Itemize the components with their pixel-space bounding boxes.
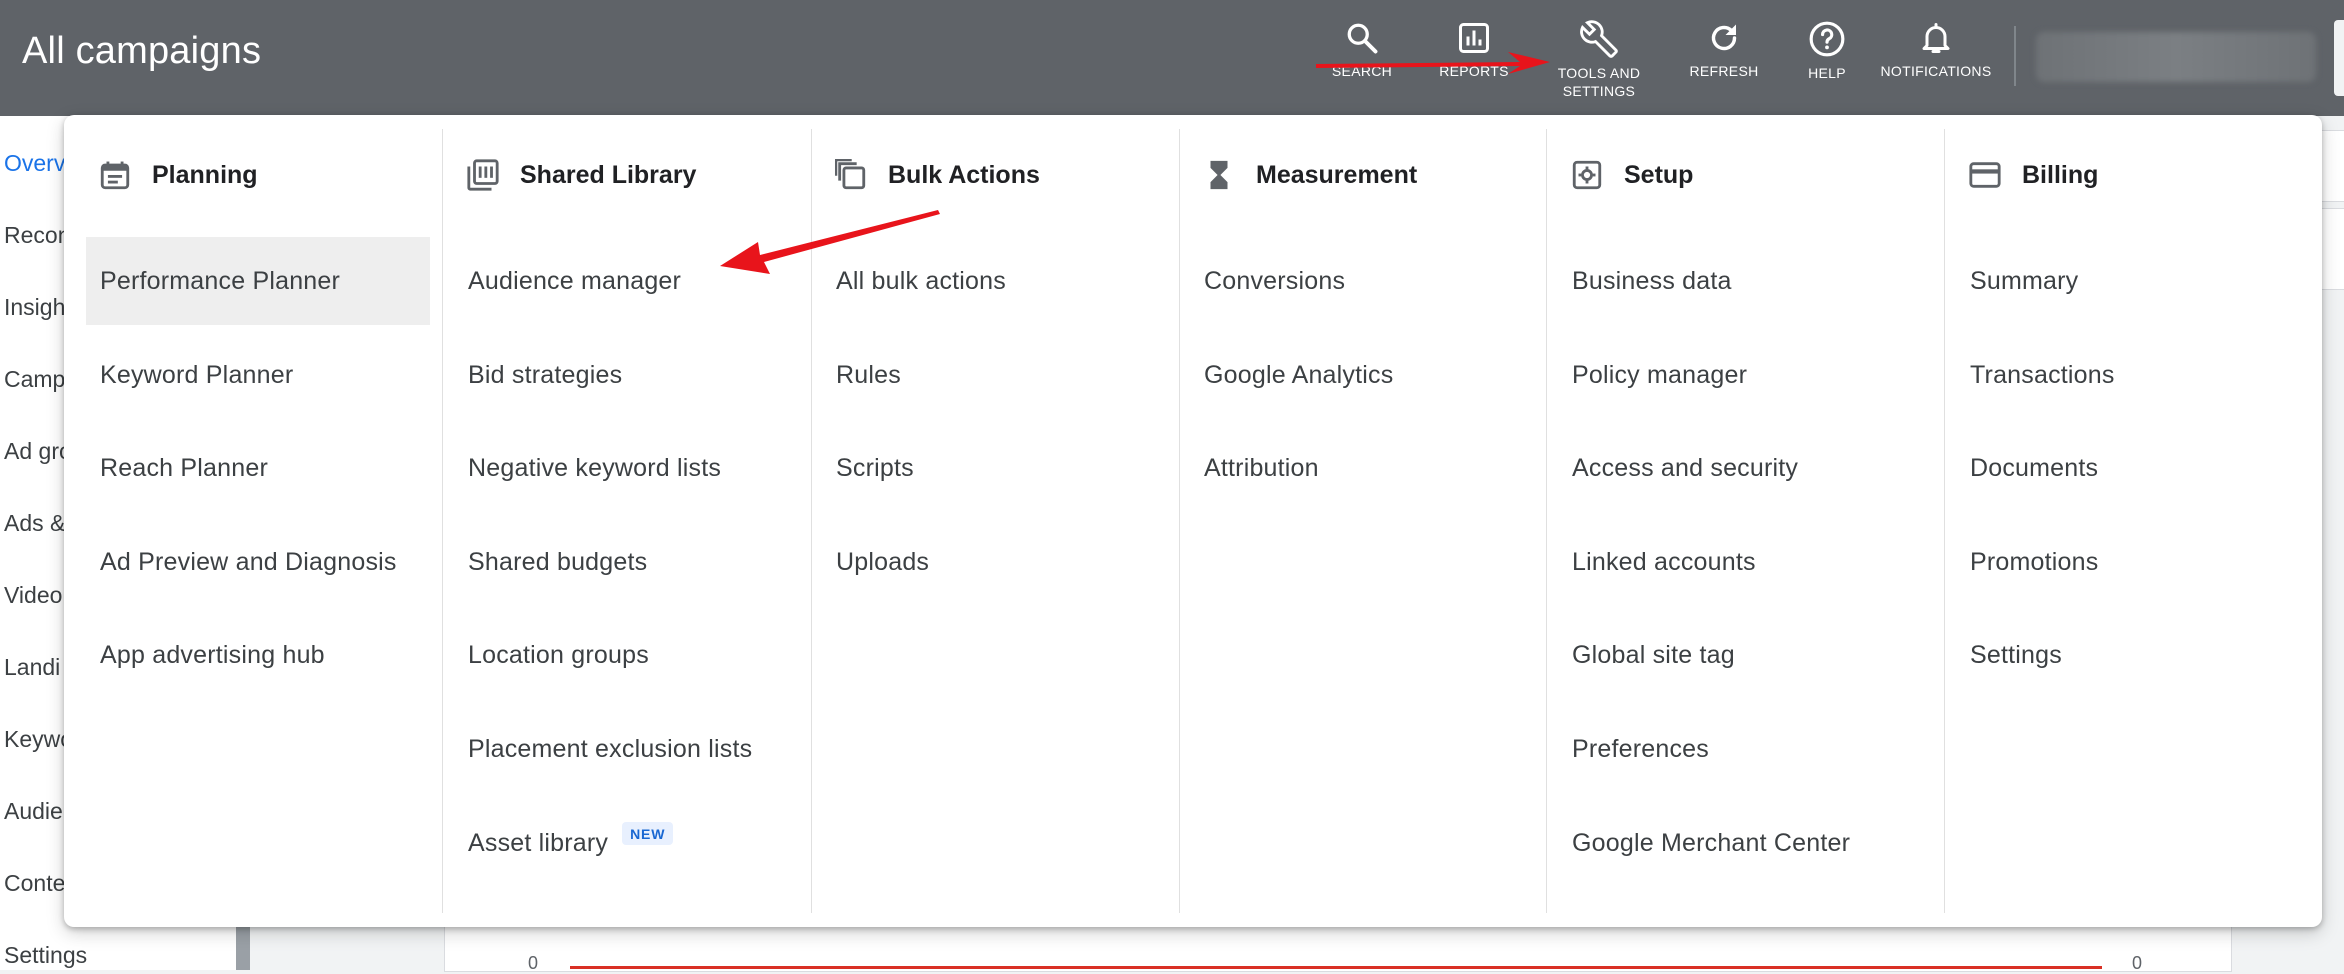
reports-button[interactable]: REPORTS: [1414, 20, 1534, 80]
nav-item-recommendations[interactable]: Recon: [4, 222, 70, 249]
menu-item-reach-planner[interactable]: Reach Planner: [86, 424, 430, 512]
tools-and-settings-menu: Planning Performance Planner Keyword Pla…: [64, 115, 2322, 927]
menu-item-location-groups[interactable]: Location groups: [454, 611, 798, 699]
menu-item-shared-budgets[interactable]: Shared budgets: [454, 518, 798, 606]
menu-column-title: Measurement: [1256, 160, 1418, 189]
menu-item-asset-library-label: Asset library: [468, 828, 609, 857]
menu-column-measurement: Measurement Conversions Google Analytics…: [1168, 129, 1536, 913]
menu-item-attribution[interactable]: Attribution: [1190, 424, 1534, 512]
nav-item-overview[interactable]: Overv: [4, 150, 65, 177]
nav-item-landing-pages[interactable]: Landi: [4, 654, 60, 681]
refresh-button-label: REFRESH: [1689, 63, 1759, 79]
nav-item-insights[interactable]: Insigh: [4, 294, 65, 321]
menu-item-asset-library[interactable]: Asset library NEW: [454, 799, 798, 887]
menu-column-header: Measurement: [1202, 155, 1417, 195]
calendar-icon: [100, 161, 130, 190]
menu-item-business-data[interactable]: Business data: [1558, 237, 1938, 325]
menu-column-title: Billing: [2022, 160, 2099, 189]
menu-item-placement-exclusion-lists[interactable]: Placement exclusion lists: [454, 705, 798, 793]
menu-item-google-merchant-center[interactable]: Google Merchant Center: [1558, 799, 1938, 887]
search-icon: [1347, 23, 1378, 54]
menu-column-title: Bulk Actions: [888, 160, 1040, 189]
page-title: All campaigns: [22, 30, 262, 72]
menu-item-access-and-security[interactable]: Access and security: [1558, 424, 1938, 512]
new-badge: NEW: [622, 821, 674, 845]
nav-item-videos[interactable]: Video: [4, 582, 62, 609]
bell-icon: [1922, 23, 1950, 53]
menu-column-title: Shared Library: [520, 160, 697, 189]
help-icon: [1809, 21, 1845, 57]
topbar-divider: [2014, 26, 2016, 86]
menu-item-conversions[interactable]: Conversions: [1190, 237, 1534, 325]
nav-item-ad-groups[interactable]: Ad gro: [4, 438, 72, 465]
menu-column-header: Billing: [1968, 155, 2098, 195]
menu-column-setup: Setup Business data Policy manager Acces…: [1536, 129, 1934, 913]
nav-item-audiences[interactable]: Audie: [4, 798, 63, 825]
menu-column-header: Setup: [1570, 155, 1693, 195]
top-bar: All campaigns SEARCH REPORTS TOOLS AND S…: [0, 0, 2344, 116]
nav-item-campaigns[interactable]: Camp: [4, 366, 65, 393]
settings-box-icon: [1572, 160, 1602, 190]
reports-button-label: REPORTS: [1439, 63, 1509, 79]
menu-column-billing: Billing Summary Transactions Documents P…: [1934, 129, 2322, 913]
menu-column-header: Planning: [98, 155, 258, 195]
menu-item-rules[interactable]: Rules: [822, 331, 1166, 419]
menu-item-bid-strategies[interactable]: Bid strategies: [454, 331, 798, 419]
help-button-label: HELP: [1808, 65, 1846, 81]
menu-item-billing-settings[interactable]: Settings: [1956, 611, 2300, 699]
library-icon: [467, 159, 499, 191]
account-info-blurred[interactable]: [2036, 32, 2316, 82]
menu-item-audience-manager[interactable]: Audience manager: [454, 237, 798, 325]
menu-item-global-site-tag[interactable]: Global site tag: [1558, 611, 1938, 699]
menu-item-performance-planner[interactable]: Performance Planner: [86, 237, 430, 325]
nav-item-settings[interactable]: Settings: [4, 942, 87, 969]
help-button[interactable]: HELP: [1767, 20, 1887, 82]
menu-item-transactions[interactable]: Transactions: [1956, 331, 2300, 419]
menu-item-promotions[interactable]: Promotions: [1956, 518, 2300, 606]
menu-item-uploads[interactable]: Uploads: [822, 518, 1166, 606]
menu-column-header: Bulk Actions: [834, 155, 1040, 195]
refresh-button[interactable]: REFRESH: [1664, 20, 1784, 80]
hourglass-icon: [1210, 160, 1228, 190]
nav-item-ads-extensions[interactable]: Ads &: [4, 510, 65, 537]
menu-column-header: Shared Library: [466, 155, 696, 195]
menu-item-keyword-planner[interactable]: Keyword Planner: [86, 331, 430, 419]
credit-card-icon: [1969, 162, 2001, 188]
menu-item-google-analytics[interactable]: Google Analytics: [1190, 331, 1534, 419]
menu-item-negative-keyword-lists[interactable]: Negative keyword lists: [454, 424, 798, 512]
background-card: [2320, 130, 2344, 202]
menu-item-scripts[interactable]: Scripts: [822, 424, 1166, 512]
menu-item-policy-manager[interactable]: Policy manager: [1558, 331, 1938, 419]
notifications-button[interactable]: NOTIFICATIONS: [1870, 20, 2002, 80]
menu-column-title: Setup: [1624, 160, 1694, 189]
menu-item-documents[interactable]: Documents: [1956, 424, 2300, 512]
menu-item-preferences[interactable]: Preferences: [1558, 705, 1938, 793]
tools-and-settings-label-line2: SETTINGS: [1562, 83, 1636, 99]
background-card: [2320, 208, 2344, 290]
menu-item-billing-summary[interactable]: Summary: [1956, 237, 2300, 325]
wrench-icon: [1580, 20, 1618, 58]
menu-column-bulk-actions: Bulk Actions All bulk actions Rules Scri…: [800, 129, 1168, 913]
menu-column-shared-library: Shared Library Audience manager Bid stra…: [432, 129, 800, 913]
menu-column-title: Planning: [152, 160, 258, 189]
search-button-label: SEARCH: [1331, 63, 1393, 79]
nav-item-content[interactable]: Conte: [4, 870, 65, 897]
nav-item-keywords[interactable]: Keywo: [4, 726, 73, 753]
chart-series-line: [570, 966, 2102, 969]
notifications-button-label: NOTIFICATIONS: [1880, 63, 1992, 79]
menu-item-all-bulk-actions[interactable]: All bulk actions: [822, 237, 1166, 325]
reports-icon: [1459, 23, 1489, 53]
tools-and-settings-button[interactable]: TOOLS AND SETTINGS: [1539, 20, 1659, 100]
menu-item-linked-accounts[interactable]: Linked accounts: [1558, 518, 1938, 606]
search-button[interactable]: SEARCH: [1302, 20, 1422, 80]
refresh-icon: [1711, 24, 1737, 51]
menu-item-app-advertising-hub[interactable]: App advertising hub: [86, 611, 430, 699]
tools-and-settings-label-line1: TOOLS AND: [1557, 65, 1641, 81]
chart-tick-label-left: 0: [528, 953, 539, 973]
account-edge: [2334, 20, 2344, 96]
copy-icon: [834, 158, 866, 190]
menu-item-ad-preview-and-diagnosis[interactable]: Ad Preview and Diagnosis: [86, 518, 430, 606]
chart-tick-label-right: 0: [2132, 953, 2143, 973]
menu-column-planning: Planning Performance Planner Keyword Pla…: [64, 129, 442, 913]
